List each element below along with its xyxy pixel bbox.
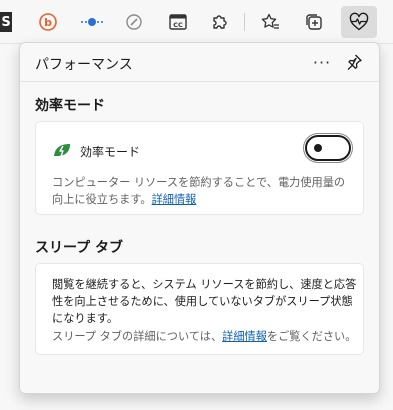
sleeping-learn-more-link[interactable]: 詳細情報 <box>222 330 267 343</box>
compass-pen-icon[interactable] <box>118 6 150 38</box>
bing-b-icon[interactable]: b <box>32 6 64 38</box>
svg-text:CC: CC <box>173 21 183 29</box>
cc-caption-icon[interactable]: CC <box>162 6 194 38</box>
more-options-button[interactable]: ··· <box>310 50 334 74</box>
heart-pulse-performance-icon[interactable] <box>341 6 377 38</box>
efficiency-mode-label: 効率モード <box>80 145 141 159</box>
pin-icon <box>347 54 362 71</box>
performance-flyout: パフォーマンス ··· 効率モード 効率モード コンピューター リソースを節約す… <box>19 42 380 394</box>
sleeping-tabs-card: 閲覧を継続すると、システム リソースを節約し、速度と応答性を向上させるために、使… <box>35 263 364 355</box>
efficiency-mode-toggle[interactable] <box>305 135 351 161</box>
efficiency-learn-more-link[interactable]: 詳細情報 <box>152 193 197 206</box>
header-divider <box>20 81 379 82</box>
browser-toolbar: S b CC <box>0 0 393 44</box>
sleeping-tabs-learn-more: スリープ タブの詳細については、詳細情報をご覧ください。 <box>52 328 358 345</box>
pin-button[interactable] <box>342 50 366 74</box>
flyout-title: パフォーマンス <box>35 57 133 73</box>
collections-icon[interactable] <box>298 6 330 38</box>
s-extension-tile[interactable]: S <box>0 12 12 32</box>
efficiency-leaf-icon <box>54 144 70 157</box>
s-tile-label: S <box>1 14 11 30</box>
efficiency-desc-text: コンピューター リソースを節約することで、電力使用量の向上に役立ちます。 <box>52 176 346 206</box>
flyout-header: パフォーマンス ··· <box>20 43 379 81</box>
toolbar-separator <box>244 13 245 31</box>
toggle-knob <box>314 144 322 152</box>
sleeping-desc2-pre: スリープ タブの詳細については、 <box>52 330 223 343</box>
sleeping-tabs-description: 閲覧を継続すると、システム リソースを節約し、速度と応答性を向上させるために、使… <box>52 278 357 325</box>
efficiency-mode-description: コンピューター リソースを節約することで、電力使用量の向上に役立ちます。詳細情報 <box>52 174 352 208</box>
efficiency-mode-card: 効率モード コンピューター リソースを節約することで、電力使用量の向上に役立ちま… <box>35 121 364 215</box>
svg-text:b: b <box>44 16 52 29</box>
favorites-star-icon[interactable] <box>254 6 286 38</box>
more-dots-icon: ··· <box>312 52 332 72</box>
efficiency-mode-section-title: 効率モード <box>35 98 105 114</box>
dotted-line-extension-icon[interactable] <box>76 6 108 38</box>
sleeping-desc2-post: をご覧ください。 <box>266 330 357 343</box>
sleeping-tabs-section-title: スリープ タブ <box>35 240 124 256</box>
puzzle-extensions-icon[interactable] <box>204 6 236 38</box>
